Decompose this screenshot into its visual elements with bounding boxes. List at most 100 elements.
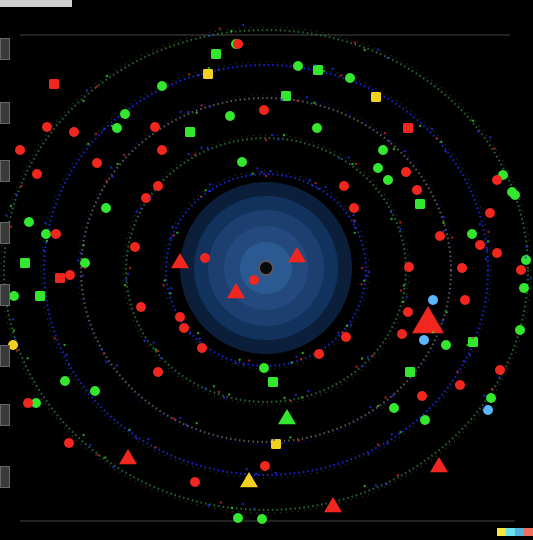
enemy-unit-icon[interactable]: [417, 391, 427, 401]
enemy-unit-icon[interactable]: [190, 477, 200, 487]
ally-unit-icon[interactable]: [120, 109, 130, 119]
enemy-unit-icon[interactable]: [516, 265, 526, 275]
ally-unit-icon[interactable]: [20, 258, 30, 268]
ally-unit-icon[interactable]: [185, 127, 195, 137]
enemy-unit-icon[interactable]: [197, 343, 207, 353]
ally-unit-icon[interactable]: [383, 175, 393, 185]
ally-unit-icon[interactable]: [486, 393, 496, 403]
enemy-unit-icon[interactable]: [460, 295, 470, 305]
ally-unit-icon[interactable]: [80, 258, 90, 268]
enemy-unit-icon[interactable]: [259, 105, 269, 115]
enemy-unit-icon[interactable]: [15, 145, 25, 155]
ally-unit-icon[interactable]: [9, 291, 19, 301]
ally-unit-icon[interactable]: [389, 403, 399, 413]
enemy-unit-icon[interactable]: [457, 263, 467, 273]
enemy-unit-icon[interactable]: [401, 167, 411, 177]
enemy-unit-icon[interactable]: [92, 158, 102, 168]
toolbar-button[interactable]: [0, 222, 10, 244]
enemy-unit-icon[interactable]: [153, 367, 163, 377]
ally-unit-icon[interactable]: [373, 163, 383, 173]
enemy-unit-icon[interactable]: [495, 365, 505, 375]
toolbar-button[interactable]: [0, 102, 10, 124]
ally-unit-icon[interactable]: [90, 386, 100, 396]
ally-unit-icon[interactable]: [420, 415, 430, 425]
ally-unit-icon[interactable]: [101, 203, 111, 213]
enemy-unit-icon[interactable]: [157, 145, 167, 155]
ally-unit-icon[interactable]: [510, 190, 520, 200]
orbital-map[interactable]: [0, 0, 533, 536]
ally-unit-icon[interactable]: [441, 340, 451, 350]
ally-unit-icon[interactable]: [259, 363, 269, 373]
ally-unit-icon[interactable]: [405, 367, 415, 377]
enemy-unit-icon[interactable]: [492, 248, 502, 258]
ally-unit-icon[interactable]: [112, 123, 122, 133]
ally-unit-icon[interactable]: [312, 123, 322, 133]
ally-unit-icon[interactable]: [268, 377, 278, 387]
beacon-icon[interactable]: [428, 295, 438, 305]
toolbar-button[interactable]: [0, 345, 10, 367]
enemy-unit-icon[interactable]: [492, 175, 502, 185]
enemy-unit-icon[interactable]: [404, 262, 414, 272]
toolbar-button[interactable]: [0, 160, 10, 182]
ally-unit-icon[interactable]: [519, 283, 529, 293]
ally-unit-icon[interactable]: [515, 325, 525, 335]
enemy-unit-icon[interactable]: [435, 231, 445, 241]
enemy-unit-icon[interactable]: [339, 181, 349, 191]
ally-unit-icon[interactable]: [211, 49, 221, 59]
enemy-unit-icon[interactable]: [175, 312, 185, 322]
ally-unit-icon[interactable]: [157, 81, 167, 91]
resource-icon[interactable]: [271, 439, 281, 449]
enemy-unit-icon[interactable]: [42, 122, 52, 132]
enemy-unit-icon[interactable]: [475, 240, 485, 250]
enemy-unit-icon[interactable]: [150, 122, 160, 132]
ally-unit-icon[interactable]: [225, 111, 235, 121]
enemy-unit-icon[interactable]: [23, 398, 33, 408]
enemy-unit-icon[interactable]: [341, 332, 351, 342]
ally-unit-icon[interactable]: [41, 229, 51, 239]
enemy-unit-icon[interactable]: [314, 349, 324, 359]
ally-unit-icon[interactable]: [313, 65, 323, 75]
enemy-unit-icon[interactable]: [249, 275, 259, 285]
enemy-unit-icon[interactable]: [403, 123, 413, 133]
enemy-unit-icon[interactable]: [455, 380, 465, 390]
enemy-unit-icon[interactable]: [64, 438, 74, 448]
ally-unit-icon[interactable]: [415, 199, 425, 209]
enemy-unit-icon[interactable]: [349, 203, 359, 213]
beacon-icon[interactable]: [419, 335, 429, 345]
resource-icon[interactable]: [371, 92, 381, 102]
ally-unit-icon[interactable]: [60, 376, 70, 386]
enemy-unit-icon[interactable]: [65, 270, 75, 280]
ally-unit-icon[interactable]: [378, 145, 388, 155]
enemy-unit-icon[interactable]: [55, 273, 65, 283]
ally-unit-icon[interactable]: [24, 217, 34, 227]
enemy-unit-icon[interactable]: [485, 208, 495, 218]
game-viewport[interactable]: [0, 0, 533, 536]
toolbar-button[interactable]: [0, 284, 10, 306]
ally-unit-icon[interactable]: [345, 73, 355, 83]
ally-unit-icon[interactable]: [35, 291, 45, 301]
resource-icon[interactable]: [203, 69, 213, 79]
debris: [405, 296, 408, 299]
enemy-unit-icon[interactable]: [32, 169, 42, 179]
enemy-unit-icon[interactable]: [136, 302, 146, 312]
toolbar-button[interactable]: [0, 466, 10, 488]
hub-core[interactable]: [258, 260, 274, 276]
enemy-unit-icon[interactable]: [233, 39, 243, 49]
enemy-unit-icon[interactable]: [130, 242, 140, 252]
central-hub[interactable]: [180, 182, 352, 354]
toolbar-button[interactable]: [0, 404, 10, 426]
ally-unit-icon[interactable]: [257, 514, 267, 524]
enemy-unit-icon[interactable]: [153, 181, 163, 191]
toolbar-button[interactable]: [0, 38, 10, 60]
enemy-unit-icon[interactable]: [412, 185, 422, 195]
ally-unit-icon[interactable]: [237, 157, 247, 167]
ally-unit-icon[interactable]: [233, 513, 243, 523]
enemy-unit-icon[interactable]: [403, 307, 413, 317]
enemy-unit-icon[interactable]: [51, 229, 61, 239]
ally-unit-icon[interactable]: [467, 229, 477, 239]
enemy-unit-icon[interactable]: [397, 329, 407, 339]
enemy-unit-icon[interactable]: [200, 253, 210, 263]
enemy-unit-icon[interactable]: [49, 79, 59, 89]
ally-unit-icon[interactable]: [293, 61, 303, 71]
enemy-unit-icon[interactable]: [69, 127, 79, 137]
